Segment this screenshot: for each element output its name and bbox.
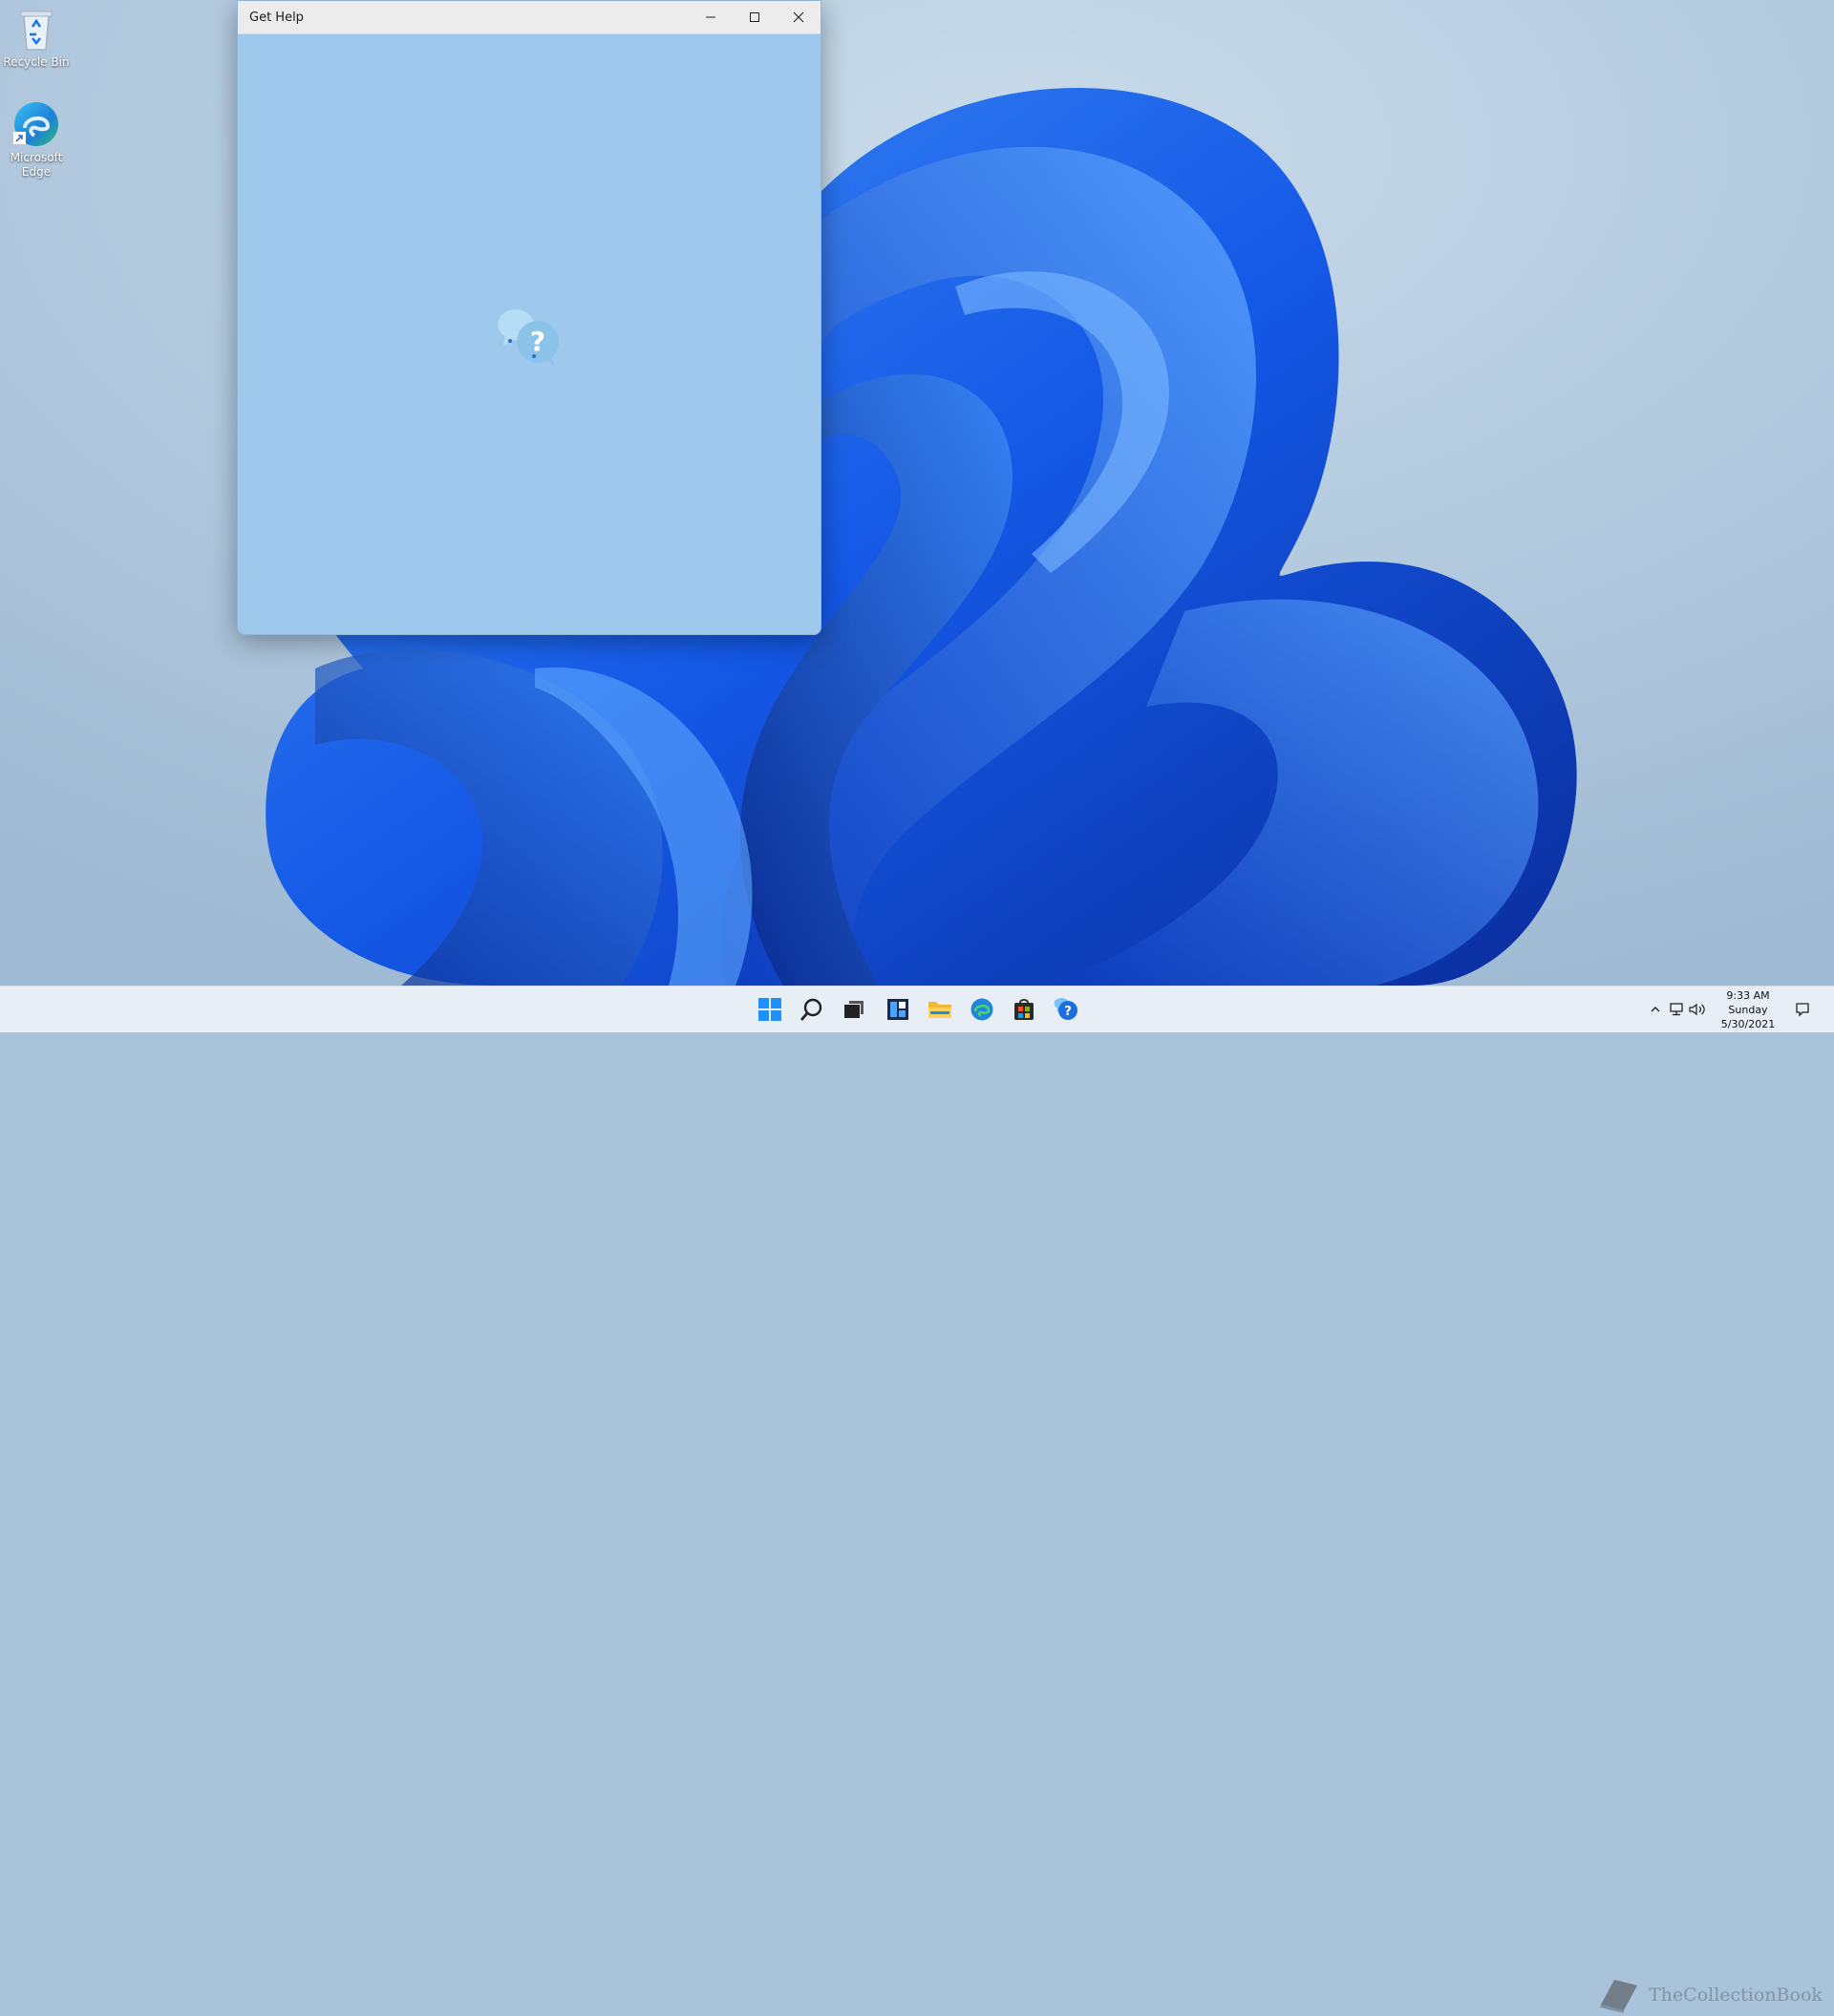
clock-time: 9:33 AM: [1726, 988, 1770, 1002]
window-title: Get Help: [249, 10, 304, 25]
desktop-icon-recycle-bin[interactable]: Recycle Bin: [1, 6, 72, 70]
minimize-button[interactable]: [689, 1, 733, 33]
widgets-button[interactable]: [883, 994, 913, 1025]
close-icon: [793, 11, 804, 23]
desktop-icon-microsoft-edge[interactable]: Microsoft Edge: [1, 99, 72, 180]
window-content: ?: [238, 34, 821, 634]
search-icon: [800, 998, 822, 1021]
notifications-button[interactable]: [1792, 999, 1813, 1020]
volume-button[interactable]: [1687, 999, 1708, 1020]
book-logo-icon: [1600, 1980, 1637, 2013]
maximize-icon: [750, 12, 759, 22]
maximize-button[interactable]: [733, 1, 777, 33]
clock-date: 5/30/2021: [1720, 1017, 1776, 1030]
file-explorer-icon: [928, 1002, 951, 1018]
window-titlebar[interactable]: Get Help: [238, 1, 821, 34]
svg-text:?: ?: [530, 326, 545, 357]
task-view-button[interactable]: [839, 994, 869, 1025]
edge-icon: [970, 998, 993, 1021]
close-button[interactable]: [777, 1, 821, 33]
network-icon: [1670, 1003, 1683, 1016]
get-help-button[interactable]: ?: [1051, 994, 1081, 1025]
store-icon: [1014, 999, 1034, 1020]
widgets-icon: [887, 999, 908, 1020]
taskbar: ? TheCollectionBook 9:33 AM Sunday 5/30/…: [0, 986, 1834, 2013]
get-help-icon: ?: [1054, 998, 1077, 1020]
edge-button[interactable]: [967, 994, 997, 1025]
desktop-icon-label: Recycle Bin: [3, 55, 70, 69]
desktop-icon-label: Microsoft Edge: [10, 151, 63, 179]
svg-text:?: ?: [1064, 1005, 1072, 1019]
store-button[interactable]: [1009, 994, 1039, 1025]
taskbar-clock[interactable]: 9:33 AM Sunday 5/30/2021: [1708, 987, 1788, 1032]
start-icon: [758, 998, 781, 1021]
search-button[interactable]: [797, 994, 827, 1025]
start-button[interactable]: [755, 994, 785, 1025]
file-explorer-button[interactable]: [925, 994, 955, 1025]
task-view-icon: [844, 1001, 864, 1018]
recycle-bin-icon: [20, 11, 53, 51]
watermark-text: TheCollectionBook: [1649, 1984, 1823, 2005]
watermark: TheCollectionBook: [1595, 1974, 1823, 2016]
system-tray: [1645, 987, 1708, 1032]
show-hidden-icons-button[interactable]: [1645, 999, 1666, 1020]
volume-icon: [1689, 1003, 1705, 1016]
notification-icon: [1796, 1003, 1809, 1017]
chevron-up-icon: [1651, 1007, 1660, 1012]
edge-icon: [13, 102, 58, 146]
get-help-chat-icon: ?: [498, 309, 559, 367]
minimize-icon: [706, 16, 715, 18]
clock-day: Sunday: [1728, 1003, 1768, 1016]
network-button[interactable]: [1666, 999, 1687, 1020]
get-help-window[interactable]: Get Help ?: [237, 0, 821, 635]
